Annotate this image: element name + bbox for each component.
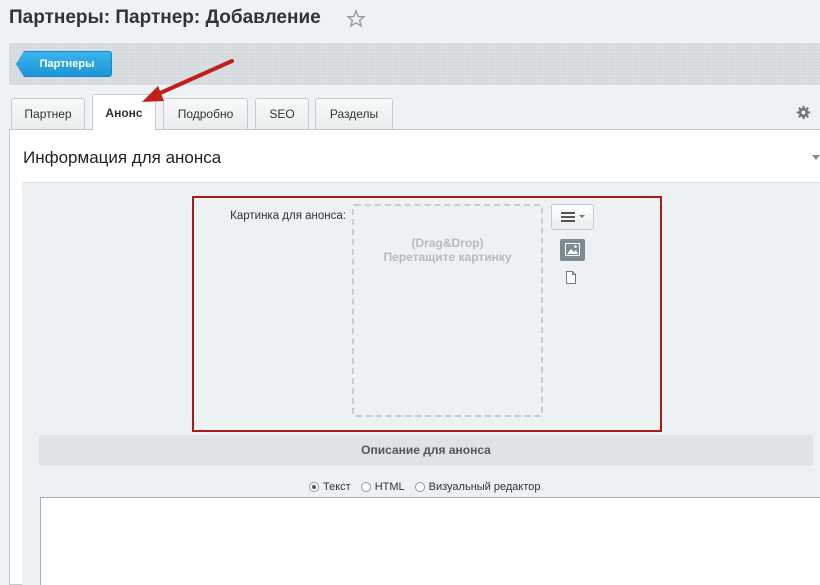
- radio-html-circle[interactable]: [360, 482, 371, 492]
- description-mode-radios: Текст HTML Визуальный редактор: [309, 480, 551, 494]
- radio-visual-editor[interactable]: Визуальный редактор: [414, 481, 541, 493]
- radio-text-label: Текст: [323, 481, 351, 493]
- tab-sections[interactable]: Разделы: [315, 98, 393, 129]
- tab-partner[interactable]: Партнер: [11, 98, 85, 129]
- highlight-annotation: [192, 196, 662, 432]
- back-to-partners-button[interactable]: Партнеры: [16, 51, 112, 77]
- radio-text-circle[interactable]: [309, 482, 319, 492]
- tab-details[interactable]: Подробно: [163, 98, 248, 129]
- description-textarea[interactable]: [40, 497, 820, 585]
- page-title: Партнеры: Партнер: Добавление: [9, 7, 321, 28]
- radio-text[interactable]: Текст: [309, 481, 351, 493]
- radio-html[interactable]: HTML: [360, 481, 405, 493]
- radio-visual-circle[interactable]: [414, 482, 425, 492]
- toolbar: [9, 43, 820, 85]
- star-icon[interactable]: [346, 9, 366, 29]
- collapse-caret-icon[interactable]: [812, 155, 820, 160]
- gear-icon[interactable]: [796, 105, 811, 120]
- tab-announce[interactable]: Анонс: [92, 94, 156, 130]
- description-section-title: Описание для анонса: [39, 435, 813, 465]
- radio-html-label: HTML: [374, 481, 405, 493]
- tab-seo[interactable]: SEO: [255, 98, 309, 129]
- radio-visual-label: Визуальный редактор: [428, 481, 541, 493]
- section-title: Информация для анонса: [23, 148, 222, 167]
